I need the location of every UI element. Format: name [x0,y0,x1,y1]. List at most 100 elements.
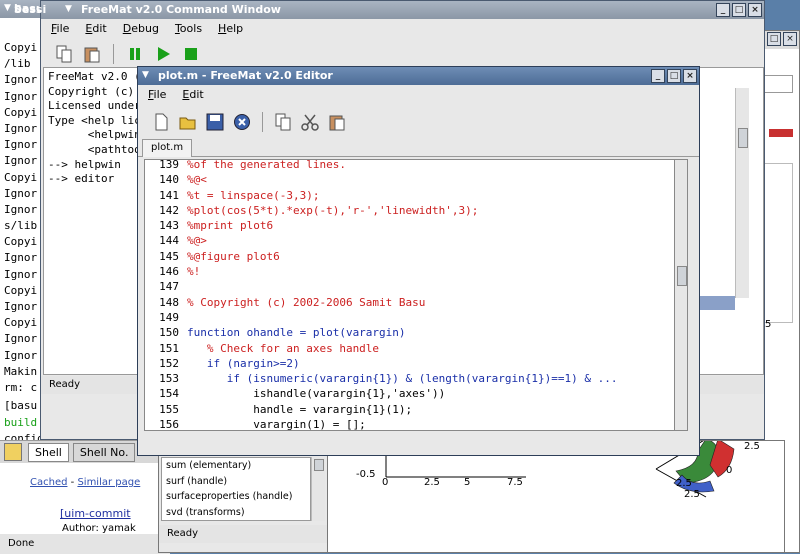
side-tick-label: 5 [765,319,772,330]
editor-titlebar[interactable]: ▼ plot.m - FreeMat v2.0 Editor _ □ × [138,67,699,85]
code-line[interactable]: 149 [145,310,665,325]
code-text: varargin(1) = []; [187,418,366,431]
code-line[interactable]: 150 function ohandle = plot(varargin) [145,325,665,340]
code-line[interactable]: 152 if (nargin>=2) [145,356,665,371]
x-tick-label: 7.5 [507,477,523,488]
play-icon[interactable] [152,43,174,65]
pause-icon[interactable] [124,43,146,65]
line-number: 139 [159,159,179,171]
console-line: Licensed under [48,99,141,113]
bg-close-button[interactable]: × [783,32,797,46]
code-line[interactable]: 153 if (isnumeric(varargin{1}) & (length… [145,371,665,386]
code-line[interactable]: 155 handle = varargin{1}(1); [145,402,665,417]
code-text: %plot(cos(5*t).*exp(-t),'r-','linewidth'… [187,203,479,217]
x-tick-label: 2.5 [424,477,440,488]
session-scrollbar[interactable] [735,88,749,298]
code-line[interactable]: 156 varargin(1) = []; [145,417,665,431]
command-titlebar[interactable]: ▼ FreeMat v2.0 Command Window _ □ × [41,1,764,19]
close-file-icon[interactable] [231,111,253,133]
menu-help[interactable]: Help [218,19,243,39]
browser-page: Shell Shell No. Cached - Similar page [u… [0,440,170,554]
open-folder-icon[interactable] [177,111,199,133]
line-number: 140 [159,173,179,187]
line-number: 145 [159,249,179,263]
code-text: if (nargin>=2) [187,356,300,370]
line-number: 156 [159,418,179,431]
command-maximize-button[interactable]: □ [732,3,746,17]
editor-toolbar-separator [262,112,263,132]
command-minimize-button[interactable]: _ [716,3,730,17]
tab-shell-no[interactable]: Shell No. [72,442,136,462]
new-file-icon[interactable] [150,111,172,133]
plot-canvas[interactable] [326,441,785,553]
code-editor[interactable]: 139 %of the generated lines. 140 %@< 141 %t =… [144,159,682,431]
bg-maximize-button[interactable]: □ [767,32,781,46]
cached-link[interactable]: Cached [30,477,67,488]
tab-plot-m[interactable]: plot.m [142,139,193,157]
function-list-item[interactable]: surfaceproperties (handle) [166,489,310,505]
code-line[interactable]: 151 % Check for an axes handle [145,341,665,356]
copy-icon[interactable] [53,43,75,65]
similar-pages-link[interactable]: Similar page [77,477,140,488]
link-separator: - [70,477,75,488]
code-line[interactable]: 145 %@figure plot6 [145,249,665,264]
function-list-scrollbar[interactable] [311,457,325,521]
shell-icon[interactable] [4,443,22,461]
paste-icon[interactable] [81,43,103,65]
editor-tab-bar: plot.m [138,137,699,157]
uim-commit-link[interactable]: [uim-commit [60,507,131,520]
command-close-button[interactable]: × [748,3,762,17]
z-tick-label-3: 2.5 [676,478,692,489]
line-number: 143 [159,219,179,233]
code-text: %! [187,265,201,279]
code-line[interactable]: 147 [145,279,665,294]
code-line[interactable]: 139 %of the generated lines. [145,159,665,172]
help-panel: sum (elementary) surf (handle) surfaceprop… [158,440,328,553]
code-line[interactable]: 154 ishandle(varargin{1},'axes')) [145,386,665,401]
x-tick-label: 0 [382,477,389,488]
code-line[interactable]: 141 %t = linspace(-3,3); [145,188,665,203]
menu-edit[interactable]: Edit [85,19,106,39]
function-list-item[interactable]: surf (handle) [166,474,310,490]
menu-debug[interactable]: Debug [123,19,159,39]
editor-window-icon: ▼ [142,70,149,80]
code-line[interactable]: 148 % Copyright (c) 2002-2006 Samit Basu [145,295,665,310]
code-text: % Check for an axes handle [187,341,380,355]
code-line[interactable]: 140 %@< [145,172,665,187]
code-text: %@figure plot6 [187,249,280,263]
save-icon[interactable] [204,111,226,133]
code-line[interactable]: 146%! [145,264,665,279]
code-line[interactable]: 144 %@> [145,233,665,248]
editor-menu-edit[interactable]: Edit [182,85,203,105]
code-text: ishandle(varargin{1},'axes')) [187,387,446,401]
cut-icon[interactable] [299,111,321,133]
sessions-title: Sessi [14,3,47,16]
code-text: %mprint plot6 [187,219,274,233]
editor-minimize-button[interactable]: _ [651,69,665,83]
code-line[interactable]: 143 %mprint plot6 [145,218,665,233]
editor-close-button[interactable]: × [683,69,697,83]
editor-window: ▼ plot.m - FreeMat v2.0 Editor _ □ × Fil… [137,66,700,456]
function-list-item[interactable]: svd (transforms) [166,505,310,521]
menu-tools[interactable]: Tools [175,19,202,39]
paste-icon[interactable] [326,111,348,133]
line-number: 154 [159,387,179,401]
menu-file[interactable]: File [51,19,69,39]
command-menubar: File Edit Debug Tools Help [41,19,764,39]
plot-window: 0 2.5 5 7.5 -0.5 2.5 0 2.5 2.5 [325,440,785,553]
z-tick-label-4: 2.5 [684,489,700,500]
function-list[interactable]: sum (elementary) surf (handle) surfaceprop… [161,457,311,521]
code-scrollbar[interactable] [674,159,688,431]
tab-shell[interactable]: Shell [28,442,69,462]
editor-menu-file[interactable]: File [148,85,166,105]
code-line[interactable]: 142 %plot(cos(5*t).*exp(-t),'r-','linewid… [145,203,665,218]
code-text: handle = varargin{1}(1); [187,402,413,416]
line-number: 152 [159,356,179,370]
author-text: Author: yamak [62,523,136,534]
stop-icon[interactable] [180,43,202,65]
line-number: 141 [159,188,179,202]
copy-icon[interactable] [272,111,294,133]
function-list-item[interactable]: sum (elementary) [166,458,310,474]
code-text: function ohandle = plot(varargin) [187,326,406,340]
editor-maximize-button[interactable]: □ [667,69,681,83]
